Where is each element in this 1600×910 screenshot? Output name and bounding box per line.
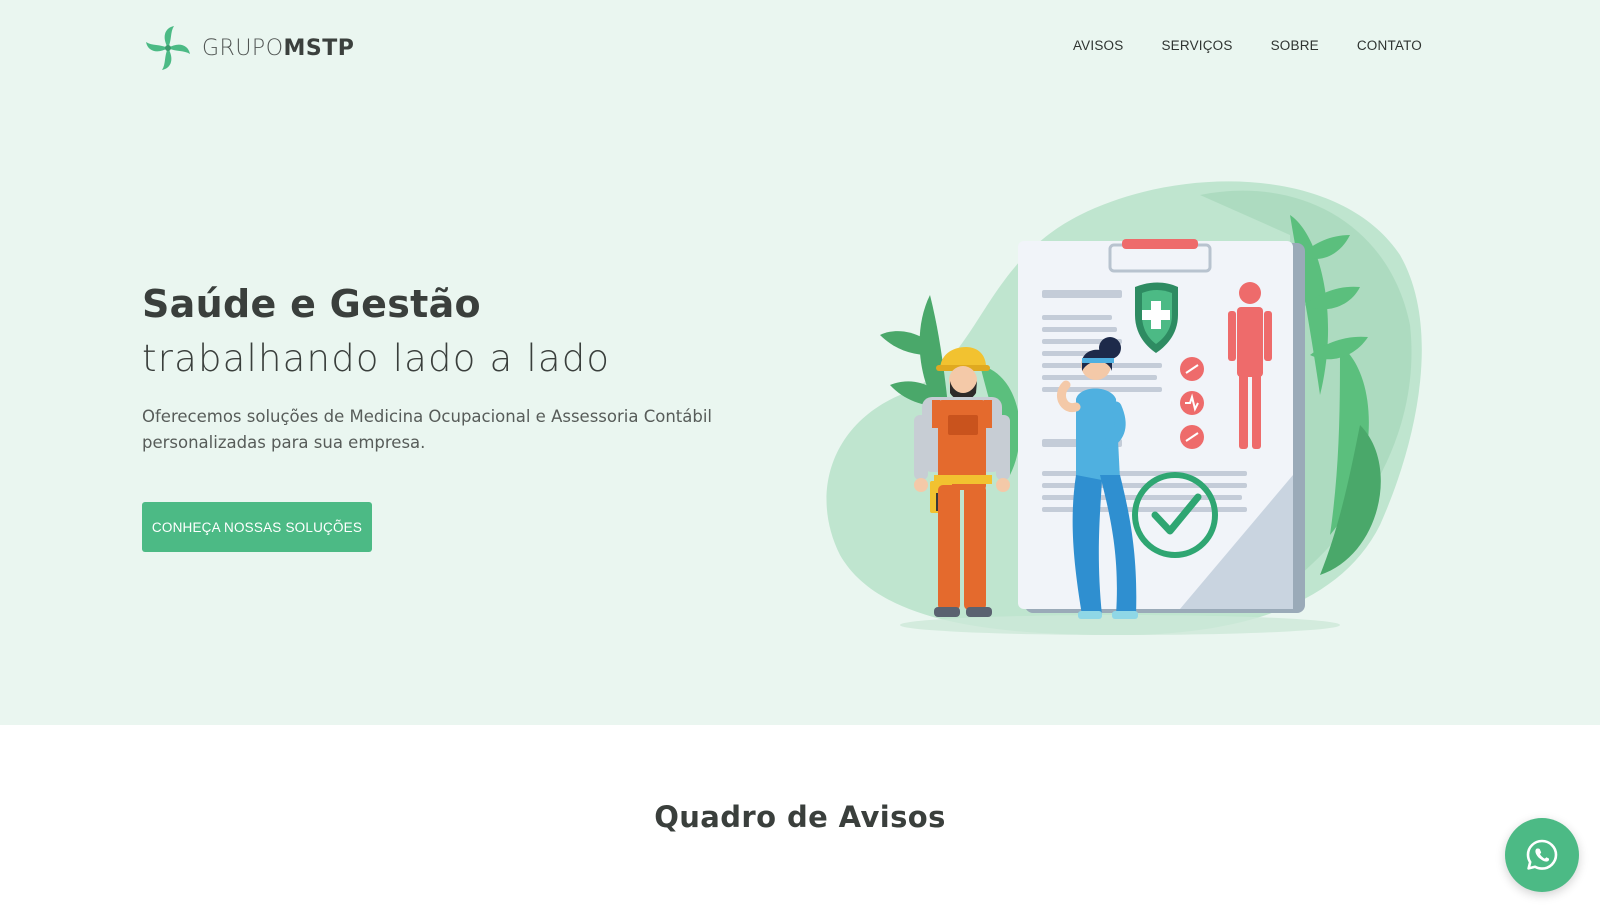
main-nav: AVISOS SERVIÇOS SOBRE CONTATO xyxy=(1073,38,1422,53)
brand-logo[interactable]: GRUPOMSTP xyxy=(142,22,354,74)
hero-title: Saúde e Gestão xyxy=(142,282,481,326)
pinwheel-logo-icon xyxy=(146,26,190,70)
brand-name: GRUPOMSTP xyxy=(202,36,354,61)
nav-item-avisos[interactable]: AVISOS xyxy=(1073,38,1123,53)
nav-item-servicos[interactable]: SERVIÇOS xyxy=(1161,38,1232,53)
medical-clipboard-illustration xyxy=(826,181,1422,636)
notice-board-title: Quadro de Avisos xyxy=(654,800,946,834)
whatsapp-icon xyxy=(1526,839,1558,870)
brand-name-light: GRUPO xyxy=(202,35,284,61)
whatsapp-button[interactable] xyxy=(1505,818,1579,892)
hero-subtitle: trabalhando lado a lado xyxy=(142,337,611,380)
nav-item-contato[interactable]: CONTATO xyxy=(1357,38,1422,53)
nav-item-sobre[interactable]: SOBRE xyxy=(1271,38,1319,53)
hero-description: Oferecemos soluções de Medicina Ocupacio… xyxy=(142,404,722,456)
cta-button[interactable]: CONHEÇA NOSSAS SOLUÇÕES xyxy=(142,502,372,552)
hero-section: GRUPOMSTP AVISOS SERVIÇOS SOBRE CONTATO … xyxy=(0,0,1600,725)
hero-description-line: personalizadas para sua empresa. xyxy=(142,433,426,452)
brand-name-bold: MSTP xyxy=(283,35,355,61)
hero-description-line: Oferecemos soluções de Medicina Ocupacio… xyxy=(142,407,713,426)
